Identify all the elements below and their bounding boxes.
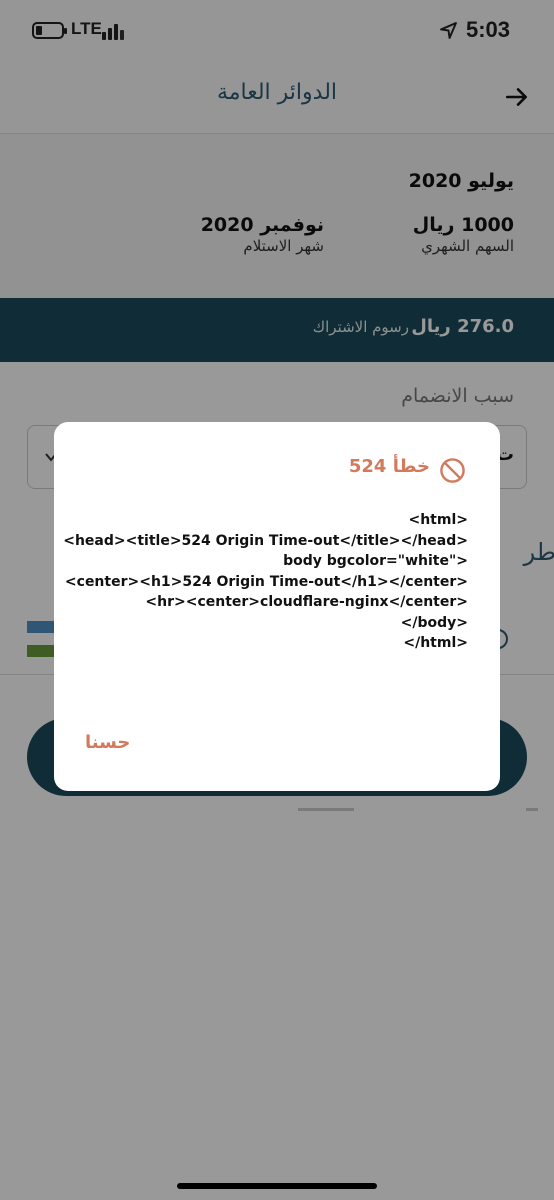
dialog-line: <hr><center>cloudflare-nginx</center> [145,594,468,610]
error-dialog: خطأ 524 <html> <head><title>524 Origin T… [54,422,500,791]
dialog-message: <html> <head><title>524 Origin Time-out<… [63,510,468,654]
dialog-title: خطأ 524 [348,456,430,477]
dialog-line: <center><h1>524 Origin Time-out</h1></ce… [64,573,468,590]
dialog-line: <"body bgcolor="white [283,553,468,569]
prohibited-icon [440,458,465,483]
dialog-line: <body/> [400,614,468,631]
ok-button[interactable]: حسنا [85,732,130,753]
dialog-line: <head><title>524 Origin Time-out</title>… [63,532,468,549]
dialog-line: <html> [408,512,468,528]
dialog-line: <html/> [403,635,468,651]
home-indicator[interactable] [177,1183,377,1189]
